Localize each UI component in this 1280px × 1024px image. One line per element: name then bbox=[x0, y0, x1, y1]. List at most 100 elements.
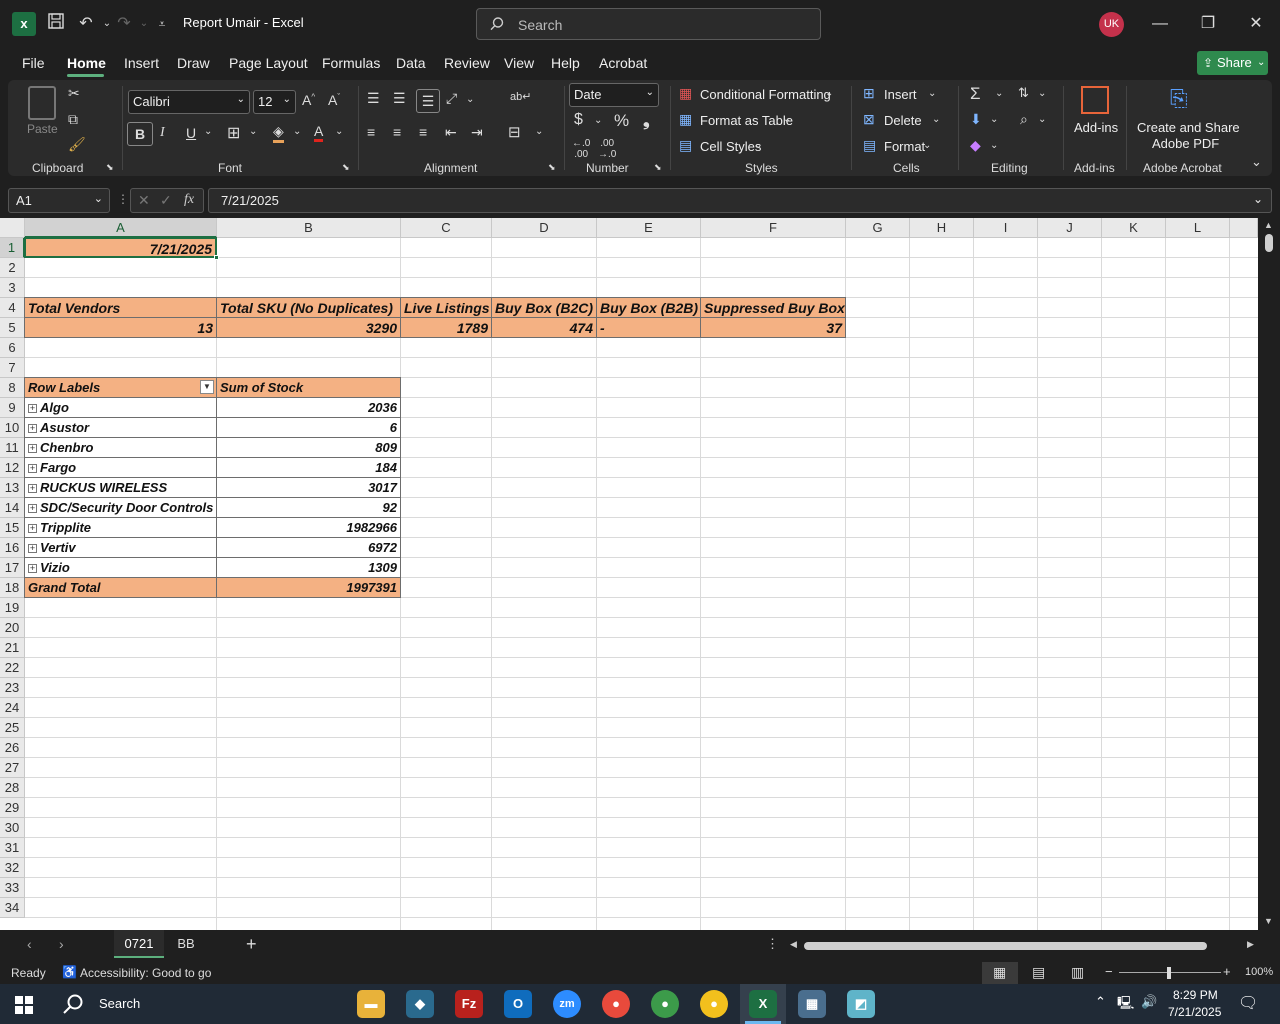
column-header-h[interactable]: H bbox=[910, 218, 974, 238]
tab-page-layout[interactable]: Page Layout bbox=[229, 55, 308, 71]
percent-icon[interactable]: % bbox=[614, 111, 629, 131]
calculator-icon[interactable]: ▦ bbox=[798, 990, 826, 1018]
row-header-3[interactable]: 3 bbox=[0, 278, 25, 298]
row-header-2[interactable]: 2 bbox=[0, 258, 25, 278]
insert-function-icon[interactable]: fx bbox=[184, 192, 194, 208]
expand-icon[interactable]: + bbox=[28, 424, 37, 433]
font-color-icon[interactable]: A bbox=[314, 123, 324, 142]
dialog-launcher-icon[interactable]: ⬊ bbox=[342, 162, 350, 173]
align-right-icon[interactable]: ≡ bbox=[419, 124, 427, 140]
pivot-row-label[interactable]: + RUCKUS WIRELESS bbox=[24, 477, 217, 498]
align-left-icon[interactable]: ≡ bbox=[367, 124, 375, 140]
middle-align-icon[interactable]: ☰ bbox=[393, 90, 406, 107]
sheet-tab-0721[interactable]: 0721 bbox=[114, 930, 164, 958]
row-header-25[interactable]: 25 bbox=[0, 718, 25, 738]
increase-indent-icon[interactable]: ⇥ bbox=[471, 124, 483, 141]
underline-icon[interactable]: U bbox=[186, 125, 196, 141]
windows-start-icon[interactable] bbox=[15, 996, 33, 1014]
row-header-5[interactable]: 5 bbox=[0, 318, 25, 338]
customize-toolbar-icon[interactable]: ⩡ bbox=[150, 12, 174, 36]
zoom-app-icon[interactable]: zm bbox=[553, 990, 581, 1018]
tab-review[interactable]: Review bbox=[444, 55, 490, 71]
row-header-8[interactable]: 8 bbox=[0, 378, 25, 398]
formula-input[interactable]: 7/21/2025 ⌄ bbox=[208, 188, 1272, 213]
summary-value[interactable]: 3290 bbox=[216, 317, 401, 338]
wrap-text-icon[interactable]: ab↵ bbox=[510, 90, 531, 103]
find-select-icon[interactable]: ⌕ bbox=[1020, 111, 1028, 128]
volume-icon[interactable]: 🔊 bbox=[1141, 994, 1157, 1010]
dialog-launcher-icon[interactable]: ⬊ bbox=[654, 162, 662, 173]
expand-icon[interactable]: + bbox=[28, 444, 37, 453]
format-cells-button[interactable]: Format bbox=[884, 139, 925, 154]
row-header-15[interactable]: 15 bbox=[0, 518, 25, 538]
autosum-icon[interactable]: Σ bbox=[970, 84, 981, 104]
row-header-20[interactable]: 20 bbox=[0, 618, 25, 638]
font-name-select[interactable]: Calibri ⌄ bbox=[128, 90, 250, 114]
row-header-1[interactable]: 1 bbox=[0, 238, 25, 258]
tab-insert[interactable]: Insert bbox=[124, 55, 159, 71]
page-layout-view-icon[interactable]: ▤ bbox=[1032, 964, 1045, 981]
vertical-scroll-thumb[interactable] bbox=[1265, 234, 1273, 252]
pivot-row-label[interactable]: + SDC/Security Door Controls bbox=[24, 497, 217, 518]
tab-help[interactable]: Help bbox=[551, 55, 580, 71]
scroll-right-icon[interactable]: ▶ bbox=[1247, 939, 1254, 950]
tab-formulas[interactable]: Formulas bbox=[322, 55, 380, 71]
chevron-down-icon[interactable]: ⌄ bbox=[995, 88, 1003, 99]
pivot-row-value[interactable]: 2036 bbox=[216, 397, 401, 418]
app-icon[interactable]: ◩ bbox=[847, 990, 875, 1018]
row-header-10[interactable]: 10 bbox=[0, 418, 25, 438]
filezilla-icon[interactable]: Fz bbox=[455, 990, 483, 1018]
chevron-down-icon[interactable]: ⌄ bbox=[825, 88, 833, 99]
row-header-13[interactable]: 13 bbox=[0, 478, 25, 498]
accessibility-status[interactable]: Accessibility: Good to go bbox=[80, 966, 211, 980]
row-header-9[interactable]: 9 bbox=[0, 398, 25, 418]
more-options-icon[interactable]: ⋮ bbox=[117, 192, 129, 206]
chevron-down-icon[interactable]: ⌄ bbox=[783, 114, 791, 125]
next-sheet-icon[interactable]: › bbox=[59, 936, 64, 952]
row-header-23[interactable]: 23 bbox=[0, 678, 25, 698]
merge-center-icon[interactable]: ⊟ bbox=[508, 123, 521, 141]
tab-file[interactable]: File bbox=[22, 55, 45, 71]
pivot-row-label[interactable]: + Chenbro bbox=[24, 437, 217, 458]
worksheet-grid[interactable]: A B C D E F G H I J K L 1 2 3 4 5 6 7 8 9 10 11 12 13 14 15 16 17 18 1… bbox=[0, 218, 1258, 930]
row-header-19[interactable]: 19 bbox=[0, 598, 25, 618]
cut-icon[interactable]: ✂ bbox=[68, 85, 80, 102]
fill-icon[interactable]: ⬇ bbox=[970, 111, 982, 128]
column-header-j[interactable]: J bbox=[1038, 218, 1102, 238]
clock-time[interactable]: 8:29 PM bbox=[1173, 988, 1218, 1002]
row-header-21[interactable]: 21 bbox=[0, 638, 25, 658]
column-header-c[interactable]: C bbox=[401, 218, 492, 238]
chevron-down-icon[interactable]: ⌄ bbox=[466, 94, 474, 105]
previous-sheet-icon[interactable]: ‹ bbox=[27, 936, 32, 952]
expand-icon[interactable]: + bbox=[28, 524, 37, 533]
pivot-row-value[interactable]: 1982966 bbox=[216, 517, 401, 538]
currency-icon[interactable]: $ bbox=[574, 111, 583, 129]
create-share-label-2[interactable]: Adobe PDF bbox=[1152, 136, 1219, 151]
collapse-ribbon-icon[interactable]: ⌄ bbox=[1251, 154, 1262, 170]
sort-filter-icon[interactable]: ⇅ bbox=[1018, 85, 1029, 101]
excel-taskbar-icon[interactable]: X bbox=[749, 990, 777, 1018]
column-header-i[interactable]: I bbox=[974, 218, 1038, 238]
share-button[interactable]: ⇪ Share ⌄ bbox=[1197, 51, 1268, 75]
page-break-view-icon[interactable]: ▥ bbox=[1071, 964, 1084, 981]
file-explorer-icon[interactable]: ▬ bbox=[357, 990, 385, 1018]
pivot-row-value[interactable]: 1309 bbox=[216, 557, 401, 578]
summary-value[interactable]: 474 bbox=[491, 317, 597, 338]
chevron-down-icon[interactable]: ⌄ bbox=[204, 126, 212, 137]
row-header-6[interactable]: 6 bbox=[0, 338, 25, 358]
summary-header[interactable]: Total SKU (No Duplicates) bbox=[216, 297, 401, 318]
expand-icon[interactable]: + bbox=[28, 544, 37, 553]
dialog-launcher-icon[interactable]: ⬊ bbox=[548, 162, 556, 173]
pivot-row-value[interactable]: 6 bbox=[216, 417, 401, 438]
restore-icon[interactable]: ❐ bbox=[1196, 12, 1220, 36]
decrease-decimal-icon[interactable]: .00 →.0 bbox=[598, 138, 616, 160]
row-header-30[interactable]: 30 bbox=[0, 818, 25, 838]
insert-cells-button[interactable]: Insert bbox=[884, 87, 917, 102]
column-header-l[interactable]: L bbox=[1166, 218, 1230, 238]
pivot-row-value[interactable]: 184 bbox=[216, 457, 401, 478]
chevron-down-icon[interactable]: ⌄ bbox=[990, 114, 998, 125]
vertical-scrollbar[interactable]: ▲ ▼ bbox=[1258, 218, 1280, 930]
expand-icon[interactable]: + bbox=[28, 484, 37, 493]
row-header-27[interactable]: 27 bbox=[0, 758, 25, 778]
row-header-26[interactable]: 26 bbox=[0, 738, 25, 758]
